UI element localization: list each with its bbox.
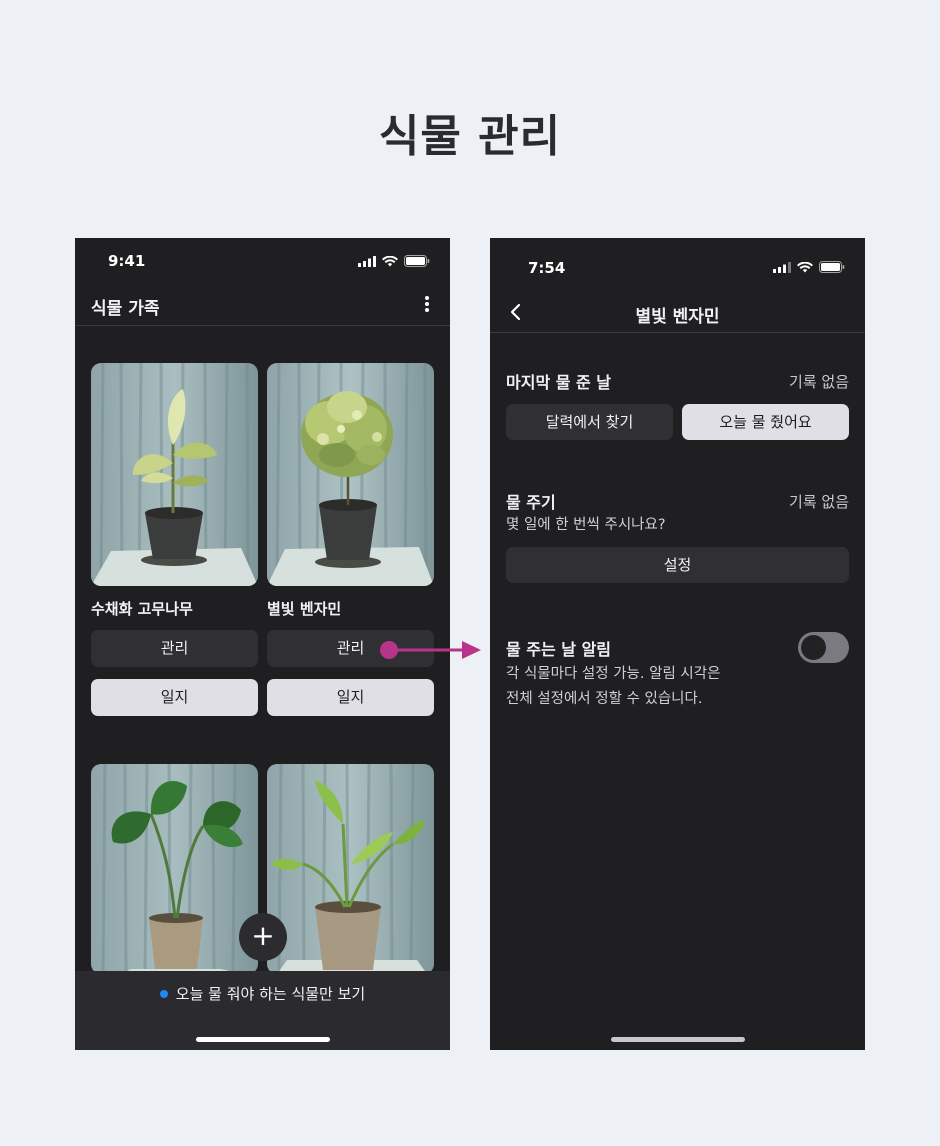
plant-list-screen: 9:41 식물 가족 수채화 고무나무 관리 일지 별빛 벤자민 관리 일지 +… <box>75 238 450 1050</box>
more-options-icon[interactable] <box>420 294 434 314</box>
watering-cycle-title: 물 주기 <box>506 493 556 512</box>
plant-detail-screen: 7:54 별빛 벤자민 마지막 물 준 날 기록 없음 달력에서 찾기 오늘 물… <box>490 238 865 1050</box>
reminder-toggle[interactable] <box>798 632 849 663</box>
watering-cycle-value: 기록 없음 <box>789 493 849 511</box>
journal-button[interactable]: 일지 <box>91 679 258 716</box>
watered-today-button[interactable]: 오늘 물 줬어요 <box>682 404 849 440</box>
manage-button[interactable]: 관리 <box>91 630 258 667</box>
plant-card <box>91 764 258 974</box>
set-cycle-button[interactable]: 설정 <box>506 547 849 583</box>
page-title: 식물 관리 <box>378 111 562 162</box>
last-watered-title: 마지막 물 준 날 <box>506 373 612 392</box>
plant-photo-strelitzia[interactable] <box>267 764 434 974</box>
reminder-description-line1: 각 식물마다 설정 가능. 알림 시각은 <box>506 666 721 682</box>
status-bar: 7:54 <box>490 238 865 282</box>
header: 식물 가족 <box>75 288 450 326</box>
plant-card: 수채화 고무나무 관리 일지 <box>91 363 258 718</box>
plant-name: 별빛 벤자민 <box>267 600 342 618</box>
bottom-bar: 오늘 물 줘야 하는 식물만 보기 <box>75 971 450 1050</box>
plant-photo-monstera[interactable] <box>91 764 258 974</box>
plant-name: 수채화 고무나무 <box>91 600 193 618</box>
header: 별빛 벤자민 <box>490 293 865 333</box>
filter-dot-icon <box>159 989 168 998</box>
toggle-knob <box>801 635 826 660</box>
battery-icon <box>819 261 845 273</box>
home-indicator <box>611 1037 745 1042</box>
plant-photo-benjamin[interactable] <box>267 363 434 586</box>
plant-card <box>267 764 434 974</box>
signal-icon <box>358 255 376 267</box>
wifi-icon <box>797 261 813 272</box>
battery-icon <box>404 255 430 267</box>
watering-cycle-question: 몇 일에 한 번씩 주시나요? <box>506 517 666 533</box>
header-title: 식물 가족 <box>91 299 160 319</box>
last-watered-value: 기록 없음 <box>789 373 849 391</box>
status-time: 9:41 <box>108 252 146 270</box>
wifi-icon <box>382 255 398 266</box>
add-plant-button[interactable]: + <box>239 913 287 961</box>
today-filter-toggle[interactable]: 오늘 물 줘야 하는 식물만 보기 <box>75 983 450 1004</box>
home-indicator <box>196 1037 330 1042</box>
signal-icon <box>773 261 791 273</box>
plant-photo-rubber-tree[interactable] <box>91 363 258 586</box>
plant-card: 별빛 벤자민 관리 일지 <box>267 363 434 718</box>
manage-button[interactable]: 관리 <box>267 630 434 667</box>
reminder-description-line2: 전체 설정에서 정할 수 있습니다. <box>506 691 703 707</box>
status-bar: 9:41 <box>75 238 450 282</box>
header-title: 별빛 벤자민 <box>635 307 720 327</box>
find-in-calendar-button[interactable]: 달력에서 찾기 <box>506 404 673 440</box>
reminder-title: 물 주는 날 알림 <box>506 640 612 659</box>
status-time: 7:54 <box>528 259 566 277</box>
journal-button[interactable]: 일지 <box>267 679 434 716</box>
filter-label: 오늘 물 줘야 하는 식물만 보기 <box>175 985 366 1003</box>
